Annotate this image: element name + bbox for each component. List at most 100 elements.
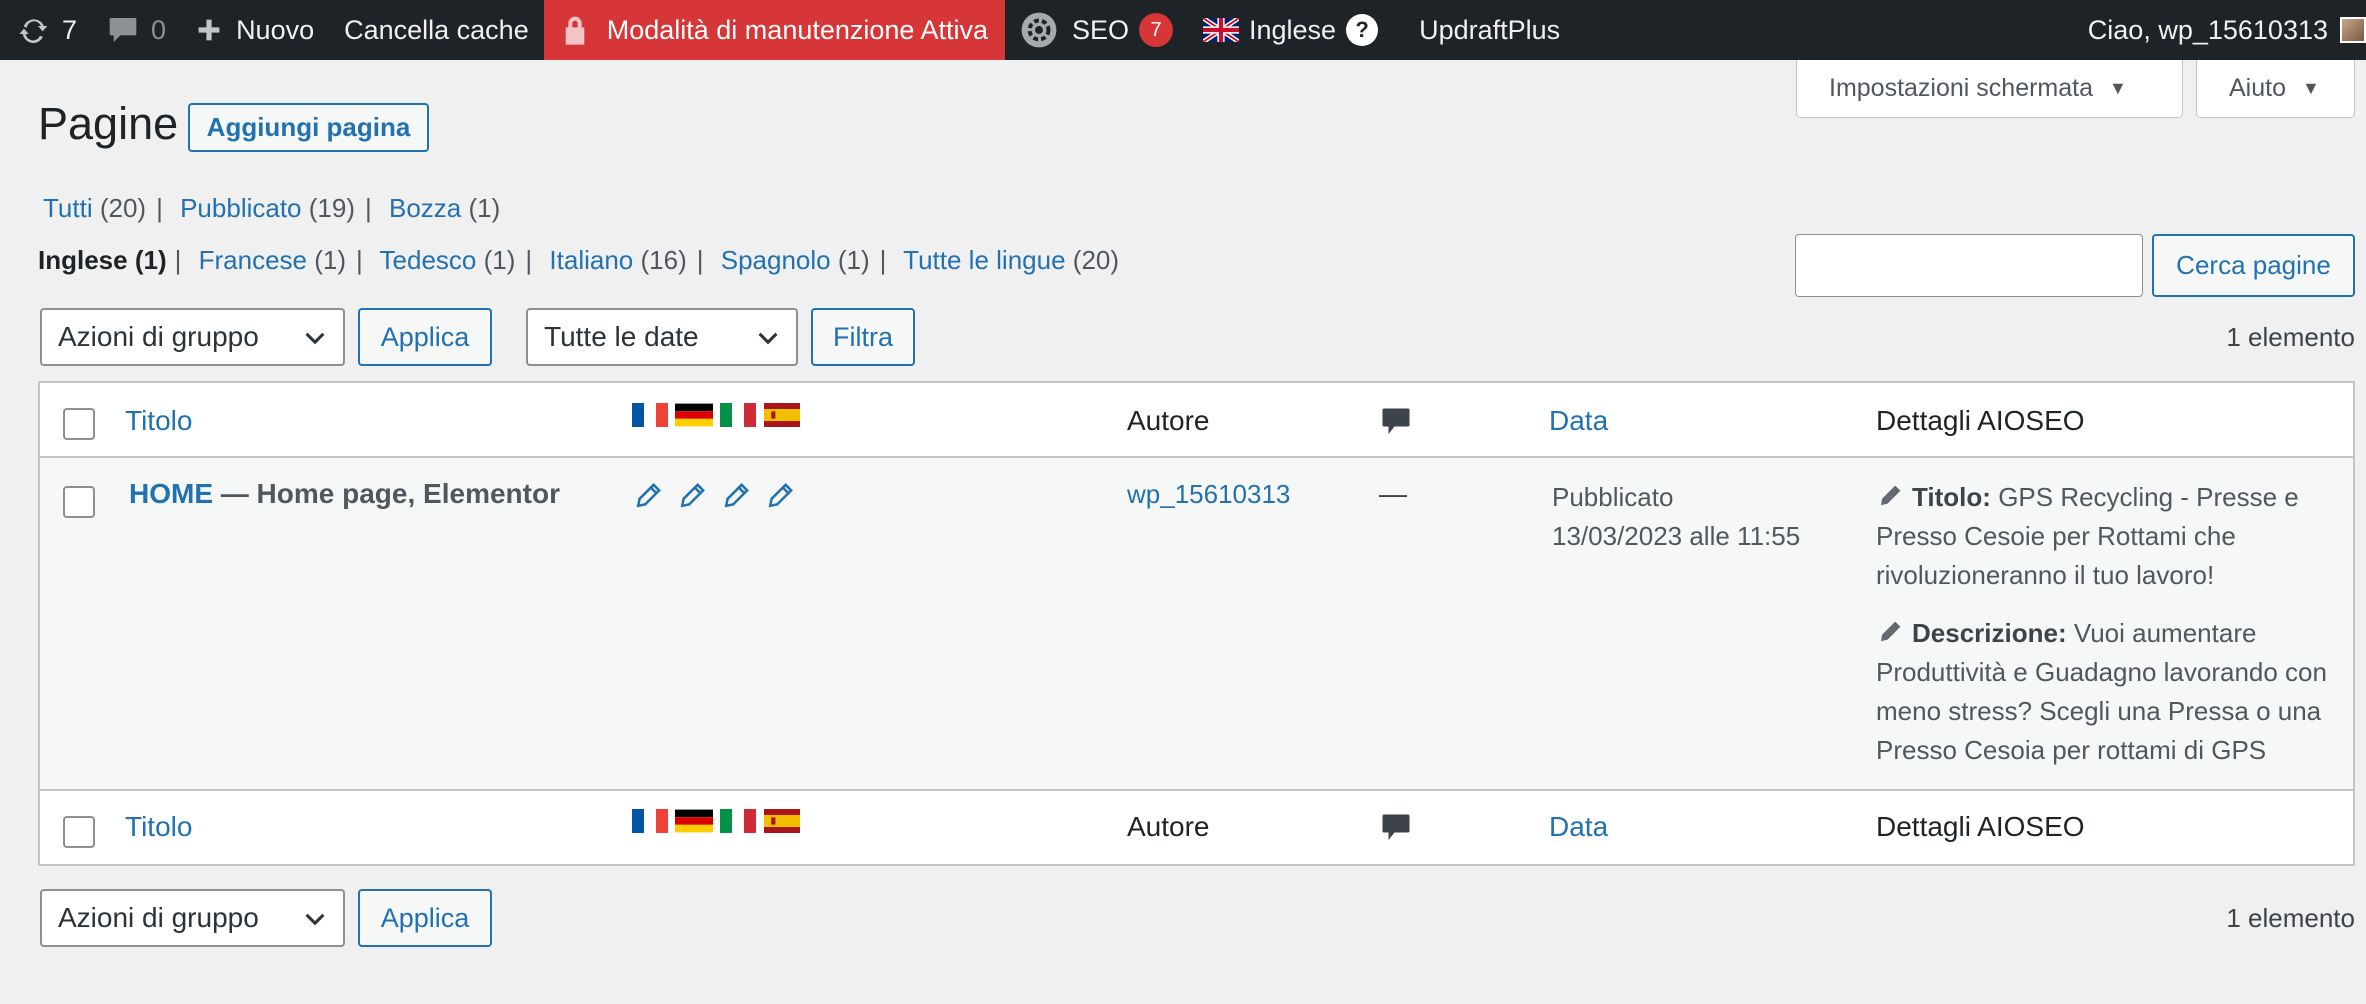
- comment-bubble-icon: [1382, 408, 1410, 434]
- lock-icon: [565, 16, 585, 45]
- page-state: — Home page, Elementor: [213, 478, 560, 509]
- items-count-bottom: 1 elemento: [2226, 903, 2355, 933]
- date-status: Pubblicato: [1552, 482, 1674, 512]
- pencil-icon[interactable]: [678, 482, 706, 510]
- language-switcher[interactable]: Inglese ?: [1188, 0, 1393, 60]
- apply-button-bottom[interactable]: Applica: [358, 889, 492, 947]
- triangle-down-icon: ▼: [2301, 78, 2320, 98]
- separator: |: [525, 245, 533, 275]
- lang-filter-spanish[interactable]: Spagnolo: [721, 245, 831, 275]
- pencil-icon[interactable]: [1876, 619, 1904, 645]
- maintenance-mode-indicator[interactable]: Modalità di manutenzione Attiva: [543, 0, 1005, 60]
- lang-filter-count: (1): [837, 245, 870, 275]
- comments-count: —: [1379, 478, 1407, 509]
- column-date[interactable]: Data: [1549, 811, 1608, 843]
- filter-all[interactable]: Tutti: [43, 193, 93, 223]
- aioseo-description: Descrizione: Vuoi aumentare Produttività…: [1876, 614, 2346, 770]
- seo-gear-icon: [1021, 12, 1057, 48]
- comment-bubble-icon: [1382, 814, 1410, 840]
- maintenance-label: Modalità di manutenzione Attiva: [606, 14, 988, 45]
- updraftplus-menu[interactable]: UpdraftPlus: [1393, 0, 1575, 60]
- updates-menu[interactable]: 7: [0, 0, 92, 60]
- clear-cache-label: Cancella cache: [344, 14, 529, 45]
- separator: |: [356, 245, 363, 275]
- date-filter-value: Tutte le date: [544, 321, 699, 352]
- separator: |: [696, 245, 704, 275]
- spain-flag-icon: [764, 809, 800, 833]
- translation-edit-links: [634, 482, 794, 510]
- select-all-checkbox[interactable]: [63, 816, 95, 848]
- greeting: Ciao, wp_15610313: [2087, 14, 2328, 45]
- row-title: HOME — Home page, Elementor: [129, 478, 560, 510]
- filter-count: (20): [99, 193, 147, 223]
- italy-flag-icon: [720, 809, 756, 833]
- table-row: HOME — Home page, Elementor wp_15610313 …: [40, 458, 2353, 789]
- select-all-checkbox[interactable]: [63, 408, 95, 440]
- admin-bar: 7 0 Nuovo Cancella cache Modalità di man…: [0, 0, 2366, 60]
- column-aioseo: Dettagli AIOSEO: [1876, 405, 2085, 436]
- seo-menu[interactable]: SEO 7: [1005, 0, 1188, 60]
- date-cell: Pubblicato 13/03/2023 alle 11:55: [1552, 478, 1800, 556]
- add-page-button[interactable]: Aggiungi pagina: [188, 103, 429, 152]
- separator: |: [879, 245, 887, 275]
- lang-filter-german[interactable]: Tedesco: [380, 245, 477, 275]
- page-title: Pagine: [38, 98, 179, 149]
- lang-filter-count: (16): [640, 245, 687, 275]
- pencil-icon[interactable]: [722, 482, 750, 510]
- filter-button[interactable]: Filtra: [811, 308, 915, 366]
- new-content-menu[interactable]: Nuovo: [181, 0, 329, 60]
- comment-bubble-icon: [109, 18, 137, 42]
- clear-cache-button[interactable]: Cancella cache: [329, 0, 544, 60]
- lang-filter-english[interactable]: Inglese (1): [38, 245, 167, 275]
- chevron-down-icon: [305, 332, 325, 345]
- france-flag-icon: [632, 809, 668, 833]
- help-label: Aiuto: [2229, 74, 2286, 102]
- search-pages-button[interactable]: Cerca pagine: [2152, 234, 2355, 297]
- column-author: Autore: [1127, 811, 1210, 842]
- column-title[interactable]: Titolo: [125, 405, 192, 437]
- separator: |: [365, 193, 372, 223]
- filter-draft[interactable]: Bozza: [389, 193, 461, 223]
- pages-table: Titolo Autore Data Dettagli AIOSEO HOME …: [38, 381, 2355, 866]
- plus-icon: [198, 19, 220, 41]
- filter-published[interactable]: Pubblicato: [180, 193, 301, 223]
- column-author: Autore: [1127, 405, 1210, 436]
- seo-notification-badge: 7: [1139, 13, 1173, 47]
- column-title[interactable]: Titolo: [125, 811, 192, 843]
- items-count: 1 elemento: [2226, 322, 2355, 352]
- separator: |: [174, 245, 182, 275]
- aioseo-desc-label: Descrizione:: [1912, 618, 2067, 648]
- language-flags: [631, 403, 801, 427]
- screen-options-button[interactable]: Impostazioni schermata ▼: [1796, 60, 2183, 118]
- bulk-actions-select[interactable]: Azioni di gruppo: [40, 308, 345, 366]
- spain-flag-icon: [764, 403, 800, 427]
- author-link[interactable]: wp_15610313: [1127, 479, 1290, 510]
- row-checkbox[interactable]: [63, 486, 95, 518]
- comments-count: 0: [151, 14, 167, 45]
- account-menu[interactable]: Ciao, wp_15610313: [2088, 0, 2366, 60]
- apply-button[interactable]: Applica: [358, 308, 492, 366]
- refresh-icon: [19, 19, 48, 43]
- comments-menu[interactable]: 0: [92, 0, 181, 60]
- pencil-icon[interactable]: [634, 482, 662, 510]
- pencil-icon[interactable]: [766, 482, 794, 510]
- column-date[interactable]: Data: [1549, 405, 1608, 437]
- lang-filter-italian[interactable]: Italiano: [549, 245, 633, 275]
- help-button[interactable]: Aiuto ▼: [2196, 60, 2355, 118]
- chevron-down-icon: [758, 332, 778, 345]
- page-title-link[interactable]: HOME: [129, 478, 213, 509]
- separator: |: [156, 193, 163, 223]
- lang-filter-french[interactable]: Francese: [199, 245, 307, 275]
- aioseo-title: Titolo: GPS Recycling - Presse e Presso …: [1876, 478, 2346, 595]
- language-filters: Inglese (1) | Francese (1) | Tedesco (1) | …: [38, 245, 1119, 276]
- lang-filter-all[interactable]: Tutte le lingue: [903, 245, 1065, 275]
- triangle-down-icon: ▼: [2109, 78, 2127, 98]
- bulk-actions-select-bottom[interactable]: Azioni di gruppo: [40, 889, 345, 947]
- date-filter-select[interactable]: Tutte le date: [526, 308, 798, 366]
- question-icon[interactable]: ?: [1346, 14, 1379, 46]
- pencil-icon[interactable]: [1876, 483, 1904, 509]
- date-value: 13/03/2023 alle 11:55: [1552, 521, 1801, 551]
- lang-filter-count: (1): [134, 245, 167, 275]
- germany-flag-icon: [675, 809, 713, 833]
- search-input[interactable]: [1795, 234, 2143, 297]
